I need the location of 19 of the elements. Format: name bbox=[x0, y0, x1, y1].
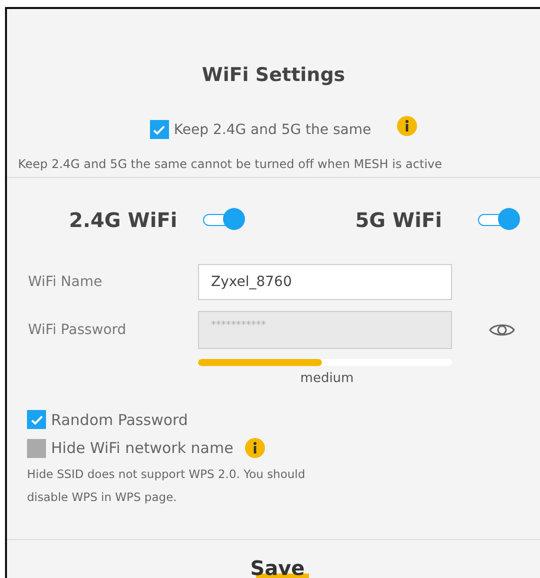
info-icon[interactable] bbox=[245, 438, 266, 458]
checkbox-label: Random Password bbox=[51, 410, 188, 428]
wps-note: Hide SSID does not support WPS 2.0. You should disable WPS in WPS page. bbox=[27, 466, 306, 506]
checkbox-label: Hide WiFi network name bbox=[51, 439, 234, 457]
info-icon[interactable] bbox=[397, 116, 418, 136]
panel-title: WiFi Settings bbox=[202, 64, 346, 86]
band-label: 2.4G WiFi bbox=[69, 208, 178, 232]
mesh-note: Keep 2.4G and 5G the same cannot be turned off when MESH is active bbox=[18, 157, 442, 171]
field-label: WiFi Name bbox=[28, 274, 104, 290]
strength-label: medium bbox=[300, 371, 354, 386]
toggle-switch[interactable] bbox=[478, 208, 520, 232]
checkbox-label: Keep 2.4G and 5G the same bbox=[174, 122, 372, 138]
checkbox[interactable] bbox=[27, 410, 46, 429]
band-label: 5G WiFi bbox=[355, 208, 442, 232]
checkbox[interactable] bbox=[27, 438, 46, 458]
field-label: WiFi Password bbox=[28, 322, 128, 338]
toggle-switch[interactable] bbox=[203, 208, 246, 232]
text-field[interactable]: Zyxel_8760 bbox=[198, 264, 452, 300]
checkbox[interactable] bbox=[150, 120, 169, 139]
